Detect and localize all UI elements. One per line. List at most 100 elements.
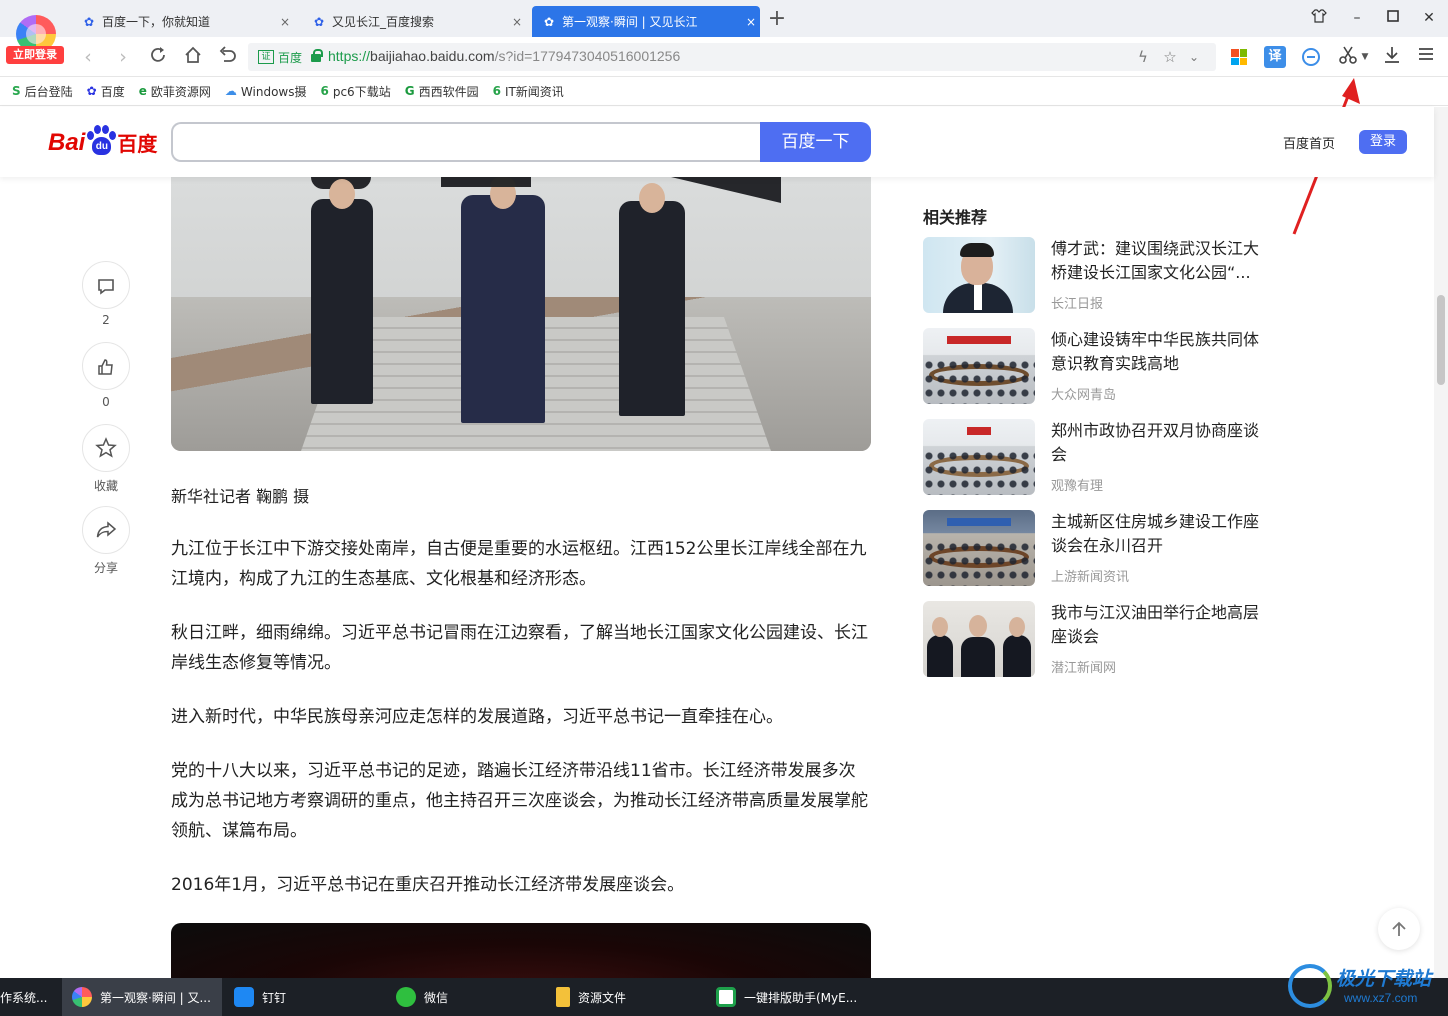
address-bar[interactable]: 证 百度 https://baijiahao.baidu.com/s?id=17… bbox=[248, 43, 1216, 71]
tab-baidu-home[interactable]: ✿ 百度一下，你就知道 × bbox=[72, 6, 294, 37]
related-item[interactable]: 主城新区住房城乡建设工作座谈会在永川召开 上游新闻资讯 bbox=[923, 510, 1263, 586]
umbrella-shape bbox=[441, 177, 531, 187]
baidu-logo[interactable]: Bai du 百度 bbox=[48, 123, 157, 157]
related-item[interactable]: 傅才武：建议围绕武汉长江大桥建设长江国家文化公园“... 长江日报 bbox=[923, 237, 1263, 313]
forward-icon[interactable]: › bbox=[111, 45, 135, 69]
article-video-thumbnail[interactable] bbox=[171, 923, 871, 983]
home-icon[interactable] bbox=[181, 45, 205, 69]
collect-button[interactable] bbox=[82, 424, 130, 472]
related-item-title[interactable]: 我市与江汉油田举行企地高层座谈会 bbox=[1051, 601, 1263, 649]
star-icon[interactable]: ☆ bbox=[1160, 47, 1180, 67]
dropdown-icon[interactable]: ⌄ bbox=[1184, 47, 1204, 67]
watermark-logo-icon bbox=[1288, 964, 1332, 1008]
related-item-source: 潜江新闻网 bbox=[1051, 661, 1117, 676]
close-icon[interactable]: × bbox=[508, 15, 526, 29]
bookmark-item[interactable]: 6 IT新闻资讯 bbox=[493, 83, 564, 100]
bookmark-icon: G bbox=[404, 84, 415, 98]
related-item[interactable]: 郑州市政协召开双月协商座谈会 观豫有理 bbox=[923, 419, 1263, 495]
like-button[interactable] bbox=[82, 342, 130, 390]
related-item-title[interactable]: 傅才武：建议围绕武汉长江大桥建设长江国家文化公园“... bbox=[1051, 237, 1263, 285]
url-text[interactable]: https://baijiahao.baidu.com/s?id=1779473… bbox=[328, 48, 680, 64]
back-to-top-button[interactable] bbox=[1378, 908, 1420, 950]
page-header: Bai du 百度 百度一下 百度首页 登录 bbox=[0, 107, 1434, 177]
tab-article-active[interactable]: ✿ 第一观察·瞬间 | 又见长江 × bbox=[532, 6, 760, 37]
logo-text-bai: Bai bbox=[48, 129, 86, 156]
related-item[interactable]: 我市与江汉油田举行企地高层座谈会 潜江新闻网 bbox=[923, 601, 1263, 677]
undo-icon[interactable] bbox=[216, 45, 240, 69]
collect-label: 收藏 bbox=[93, 479, 118, 493]
taskbar-item-myeditor[interactable]: 一键排版助手(MyE... bbox=[716, 978, 886, 1016]
scissors-dropdown-icon[interactable]: ▼ bbox=[1358, 45, 1372, 69]
apps-icon[interactable] bbox=[1231, 49, 1247, 65]
tab-title: 百度一下，你就知道 bbox=[102, 15, 211, 29]
site-certificate[interactable]: 证 百度 bbox=[258, 48, 302, 66]
article-photo bbox=[171, 177, 871, 451]
shirt-skin-icon[interactable] bbox=[1308, 8, 1330, 28]
taskbar-item[interactable]: 作系统... bbox=[0, 978, 62, 1016]
url-host: baijiahao.baidu.com bbox=[370, 48, 495, 64]
article-paragraph: 九江位于长江中下游交接处南岸，自古便是重要的水运枢纽。江西152公里长江岸线全部… bbox=[171, 539, 867, 589]
related-thumbnail[interactable] bbox=[923, 510, 1035, 586]
minimize-button[interactable]: – bbox=[1346, 8, 1368, 28]
related-item-title[interactable]: 倾心建设铸牢中华民族共同体意识教育实践高地 bbox=[1051, 328, 1263, 376]
photo-caption: 新华社记者 鞠鹏 摄 bbox=[171, 487, 310, 506]
related-item-source: 上游新闻资讯 bbox=[1051, 570, 1130, 585]
lightning-icon[interactable]: ϟ bbox=[1133, 47, 1153, 67]
taskbar-item-label: 一键排版助手(MyE... bbox=[744, 990, 858, 1005]
reload-icon[interactable] bbox=[146, 45, 170, 69]
translate-icon[interactable]: 译 bbox=[1264, 46, 1286, 68]
back-icon[interactable]: ‹ bbox=[76, 45, 100, 69]
share-button[interactable] bbox=[82, 506, 130, 554]
comment-icon bbox=[98, 279, 114, 295]
maximize-button[interactable] bbox=[1382, 8, 1404, 28]
close-icon[interactable]: × bbox=[276, 15, 294, 29]
related-item-title[interactable]: 主城新区住房城乡建设工作座谈会在永川召开 bbox=[1051, 510, 1263, 558]
bookmark-item[interactable]: 6 pc6下载站 bbox=[320, 83, 390, 100]
article-paragraph: 进入新时代，中华民族母亲河应走怎样的发展道路，习近平总书记一直牵挂在心。 bbox=[171, 707, 783, 727]
browser-logo[interactable]: 立即登录 bbox=[6, 9, 64, 65]
tab-bar: ✿ 百度一下，你就知道 × ✿ 又见长江_百度搜索 × ✿ 第一观察·瞬间 | … bbox=[0, 0, 1448, 37]
wechat-icon bbox=[396, 987, 416, 1007]
close-icon[interactable]: × bbox=[742, 15, 760, 29]
related-thumbnail[interactable] bbox=[923, 419, 1035, 495]
bookmark-item[interactable]: ✿ 百度 bbox=[87, 83, 125, 100]
tab-title: 第一观察·瞬间 | 又见长江 bbox=[562, 15, 698, 29]
adblock-icon[interactable] bbox=[1302, 48, 1320, 66]
taskbar-item-folder[interactable]: 资源文件 bbox=[556, 978, 696, 1016]
watermark-name: 极光下载站 bbox=[1336, 968, 1432, 990]
comment-count: 2 bbox=[102, 313, 110, 327]
baidu-home-link[interactable]: 百度首页 bbox=[1283, 133, 1335, 152]
search-button[interactable]: 百度一下 bbox=[760, 122, 871, 162]
page-scrollbar[interactable] bbox=[1434, 107, 1448, 978]
taskbar-item-browser[interactable]: 第一观察·瞬间 | 又... bbox=[62, 978, 222, 1016]
login-button[interactable]: 登录 bbox=[1359, 130, 1407, 154]
login-badge[interactable]: 立即登录 bbox=[6, 46, 64, 64]
download-icon[interactable] bbox=[1380, 45, 1404, 69]
taskbar-item-wechat[interactable]: 微信 bbox=[396, 978, 536, 1016]
taskbar-item-dingtalk[interactable]: 钉钉 bbox=[234, 978, 374, 1016]
related-thumbnail[interactable] bbox=[923, 237, 1035, 313]
close-window-button[interactable]: ✕ bbox=[1418, 8, 1440, 28]
tab-baidu-search[interactable]: ✿ 又见长江_百度搜索 × bbox=[302, 6, 526, 37]
related-item[interactable]: 倾心建设铸牢中华民族共同体意识教育实践高地 大众网青岛 bbox=[923, 328, 1263, 404]
bookmark-item[interactable]: e 欧菲资源网 bbox=[139, 83, 211, 100]
screenshot-scissors-icon[interactable] bbox=[1336, 45, 1360, 69]
url-path: /s?id=1779473040516001256 bbox=[494, 48, 681, 64]
bookmark-item[interactable]: G 西西软件园 bbox=[405, 83, 479, 100]
bookmark-label: 后台登陆 bbox=[24, 84, 73, 99]
logo-text-baidu: 百度 bbox=[117, 134, 158, 156]
new-tab-button[interactable]: + bbox=[764, 8, 790, 32]
related-item-title[interactable]: 郑州市政协召开双月协商座谈会 bbox=[1051, 419, 1263, 467]
star-icon bbox=[95, 437, 117, 458]
search-input[interactable] bbox=[171, 122, 761, 162]
related-thumbnail[interactable] bbox=[923, 601, 1035, 677]
bookmark-item[interactable]: ☁ Windows摄 bbox=[225, 83, 307, 100]
taskbar-item-label: 资源文件 bbox=[578, 990, 627, 1005]
photo-person bbox=[619, 183, 685, 416]
menu-icon[interactable] bbox=[1414, 45, 1438, 69]
bookmark-item[interactable]: S 后台登陆 bbox=[12, 83, 73, 100]
comment-button[interactable] bbox=[82, 261, 130, 309]
related-thumbnail[interactable] bbox=[923, 328, 1035, 404]
scrollbar-thumb[interactable] bbox=[1437, 295, 1445, 385]
related-item-source: 观豫有理 bbox=[1051, 479, 1104, 494]
